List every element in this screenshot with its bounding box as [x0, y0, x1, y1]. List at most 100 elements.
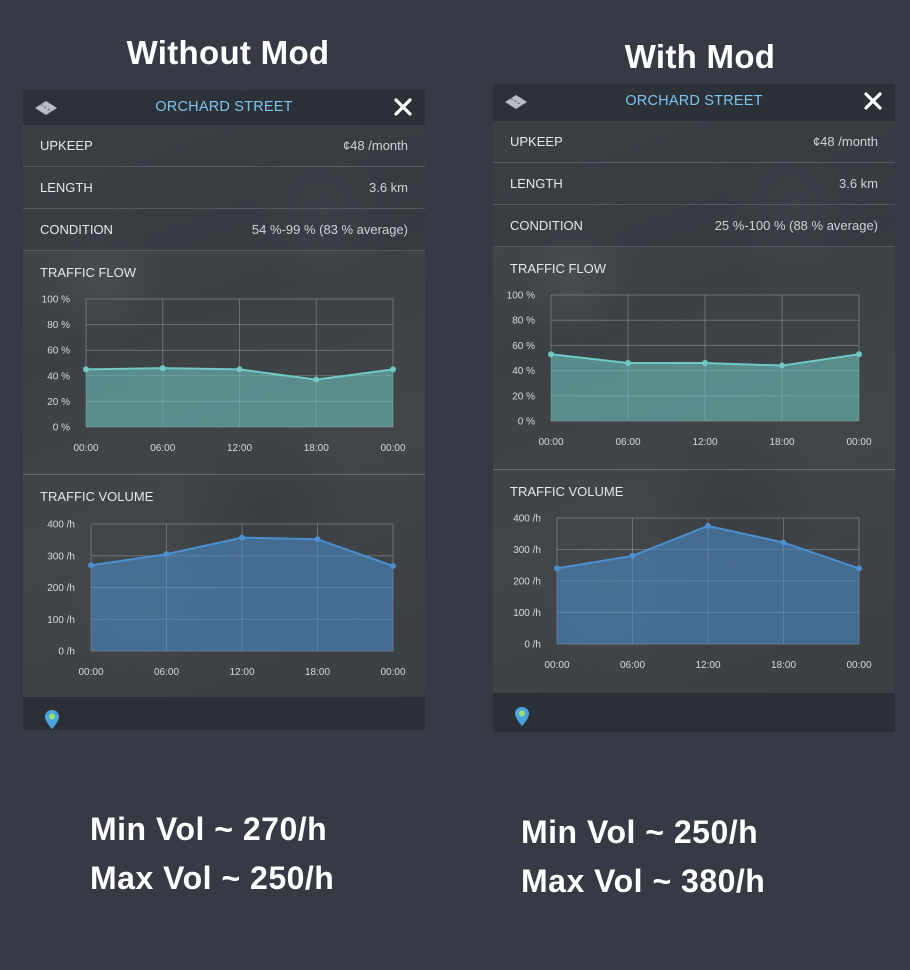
x-tick-label: 18:00	[304, 443, 329, 454]
y-tick-label: 400 /h	[513, 514, 541, 525]
upkeep-value: ¢48 /month	[812, 134, 878, 149]
panel-header: ORCHARD STREET	[493, 84, 895, 121]
data-point	[856, 351, 862, 358]
y-tick-label: 0 %	[518, 417, 535, 428]
panel-footer	[23, 697, 425, 730]
data-point	[390, 366, 396, 373]
y-tick-label: 100 /h	[47, 615, 75, 626]
length-label: LENGTH	[510, 176, 563, 191]
road-info-panel-left: ORCHARD STREET UPKEEP ¢48 /month LENGTH …	[23, 90, 425, 730]
traffic-volume-section: TRAFFIC VOLUME 0 /h 100 /h 200 /h 300 /h 400…	[493, 470, 895, 693]
heading-without-mod: Without Mod	[126, 34, 330, 71]
y-tick-label: 0 /h	[58, 647, 75, 658]
map-pin-icon[interactable]	[44, 709, 60, 730]
road-info-panel-right: ORCHARD STREET UPKEEP ¢48 /month LENGTH …	[493, 84, 895, 732]
data-point	[390, 562, 396, 569]
y-tick-label: 100 %	[42, 295, 70, 306]
y-tick-label: 0 /h	[524, 640, 541, 651]
y-tick-label: 40 %	[47, 371, 70, 382]
x-tick-label: 00:00	[538, 437, 563, 448]
y-tick-label: 60 %	[47, 346, 70, 357]
x-tick-label: 00:00	[78, 667, 103, 678]
y-tick-label: 300 /h	[47, 551, 75, 562]
stat-max-vol-left: Max Vol ~ 250/h	[90, 860, 335, 896]
traffic-flow-chart: 0 % 20 % 40 % 60 % 80 % 100 % 00:00 06:00 12:00 1…	[42, 295, 406, 455]
y-tick-label: 400 /h	[47, 520, 75, 531]
y-tick-label: 20 %	[47, 397, 70, 408]
length-value: 3.6 km	[368, 180, 408, 195]
traffic-volume-chart: 0 /h 100 /h 200 /h 300 /h 400 /h 00:00 06:00 12…	[513, 514, 872, 672]
length-row: LENGTH 3.6 km	[493, 163, 895, 205]
data-point	[88, 562, 94, 569]
traffic-flow-section: TRAFFIC FLOW 0 % 20 % 40 % 60 % 80 % 100 % 00:…	[23, 251, 425, 474]
data-point	[702, 360, 708, 367]
length-value: 3.6 km	[838, 176, 878, 191]
data-point	[314, 536, 321, 543]
series-area	[91, 537, 393, 651]
data-point	[236, 366, 243, 373]
x-tick-label: 06:00	[615, 437, 640, 448]
y-tick-label: 60 %	[512, 341, 535, 352]
x-tick-label: 00:00	[544, 660, 569, 671]
data-point	[548, 351, 554, 358]
x-tick-label: 06:00	[620, 660, 645, 671]
length-label: LENGTH	[40, 180, 93, 195]
x-tick-label: 18:00	[769, 437, 794, 448]
upkeep-label: UPKEEP	[510, 134, 563, 149]
traffic-volume-section: TRAFFIC VOLUME 0 /h 100 /h 200 /h 300 /h 400…	[23, 475, 425, 697]
y-tick-label: 80 %	[512, 316, 535, 327]
series-area	[557, 525, 859, 644]
x-tick-label: 00:00	[73, 443, 98, 454]
data-point	[856, 565, 862, 572]
data-point	[629, 552, 636, 559]
upkeep-value: ¢48 /month	[342, 138, 408, 153]
y-tick-label: 40 %	[512, 366, 535, 377]
x-tick-label: 12:00	[695, 660, 720, 671]
data-point	[780, 539, 787, 546]
data-point	[163, 551, 170, 558]
data-point	[239, 534, 245, 541]
y-tick-label: 200 /h	[513, 577, 541, 588]
x-tick-label: 12:00	[692, 437, 717, 448]
data-point	[705, 522, 711, 529]
x-tick-label: 00:00	[380, 667, 405, 678]
x-tick-label: 00:00	[380, 443, 405, 454]
x-tick-label: 18:00	[771, 660, 796, 671]
data-point	[83, 366, 89, 373]
x-tick-label: 06:00	[150, 443, 175, 454]
series-area	[86, 368, 393, 427]
stat-min-vol-left: Min Vol ~ 270/h	[90, 811, 328, 847]
x-tick-label: 06:00	[154, 667, 179, 678]
traffic-flow-chart: 0 % 20 % 40 % 60 % 80 % 100 % 00:00 06:00 12:00 1…	[507, 291, 872, 449]
condition-row: CONDITION 54 %-99 % (83 % average)	[23, 209, 425, 251]
y-tick-label: 100 /h	[513, 608, 541, 619]
panel-footer	[493, 693, 895, 732]
x-tick-label: 12:00	[227, 443, 252, 454]
stat-max-vol-right: Max Vol ~ 380/h	[521, 863, 766, 899]
panel-header: ORCHARD STREET	[23, 90, 425, 125]
x-tick-label: 00:00	[846, 660, 871, 671]
map-pin-icon[interactable]	[514, 706, 530, 732]
data-point	[625, 360, 631, 367]
y-tick-label: 20 %	[512, 391, 535, 402]
condition-value: 54 %-99 % (83 % average)	[251, 222, 408, 237]
x-tick-label: 00:00	[846, 437, 871, 448]
upkeep-label: UPKEEP	[40, 138, 93, 153]
traffic-flow-section: TRAFFIC FLOW 0 % 20 % 40 % 60 % 80 % 100 % 00:…	[493, 247, 895, 469]
close-icon[interactable]	[393, 97, 413, 122]
close-icon[interactable]	[863, 91, 883, 116]
street-title: ORCHARD STREET	[625, 93, 763, 109]
street-title: ORCHARD STREET	[155, 99, 293, 115]
data-point	[313, 376, 320, 383]
y-tick-label: 0 %	[53, 423, 70, 434]
data-point	[779, 362, 785, 369]
y-tick-label: 80 %	[47, 320, 70, 331]
traffic-volume-chart: 0 /h 100 /h 200 /h 300 /h 400 /h 00:00 06:00 12…	[47, 520, 406, 679]
length-row: LENGTH 3.6 km	[23, 167, 425, 209]
x-tick-label: 18:00	[305, 667, 330, 678]
x-tick-label: 12:00	[229, 667, 254, 678]
condition-label: CONDITION	[40, 222, 113, 237]
data-point	[554, 565, 560, 572]
condition-row: CONDITION 25 %-100 % (88 % average)	[493, 205, 895, 247]
y-tick-label: 200 /h	[47, 583, 75, 594]
